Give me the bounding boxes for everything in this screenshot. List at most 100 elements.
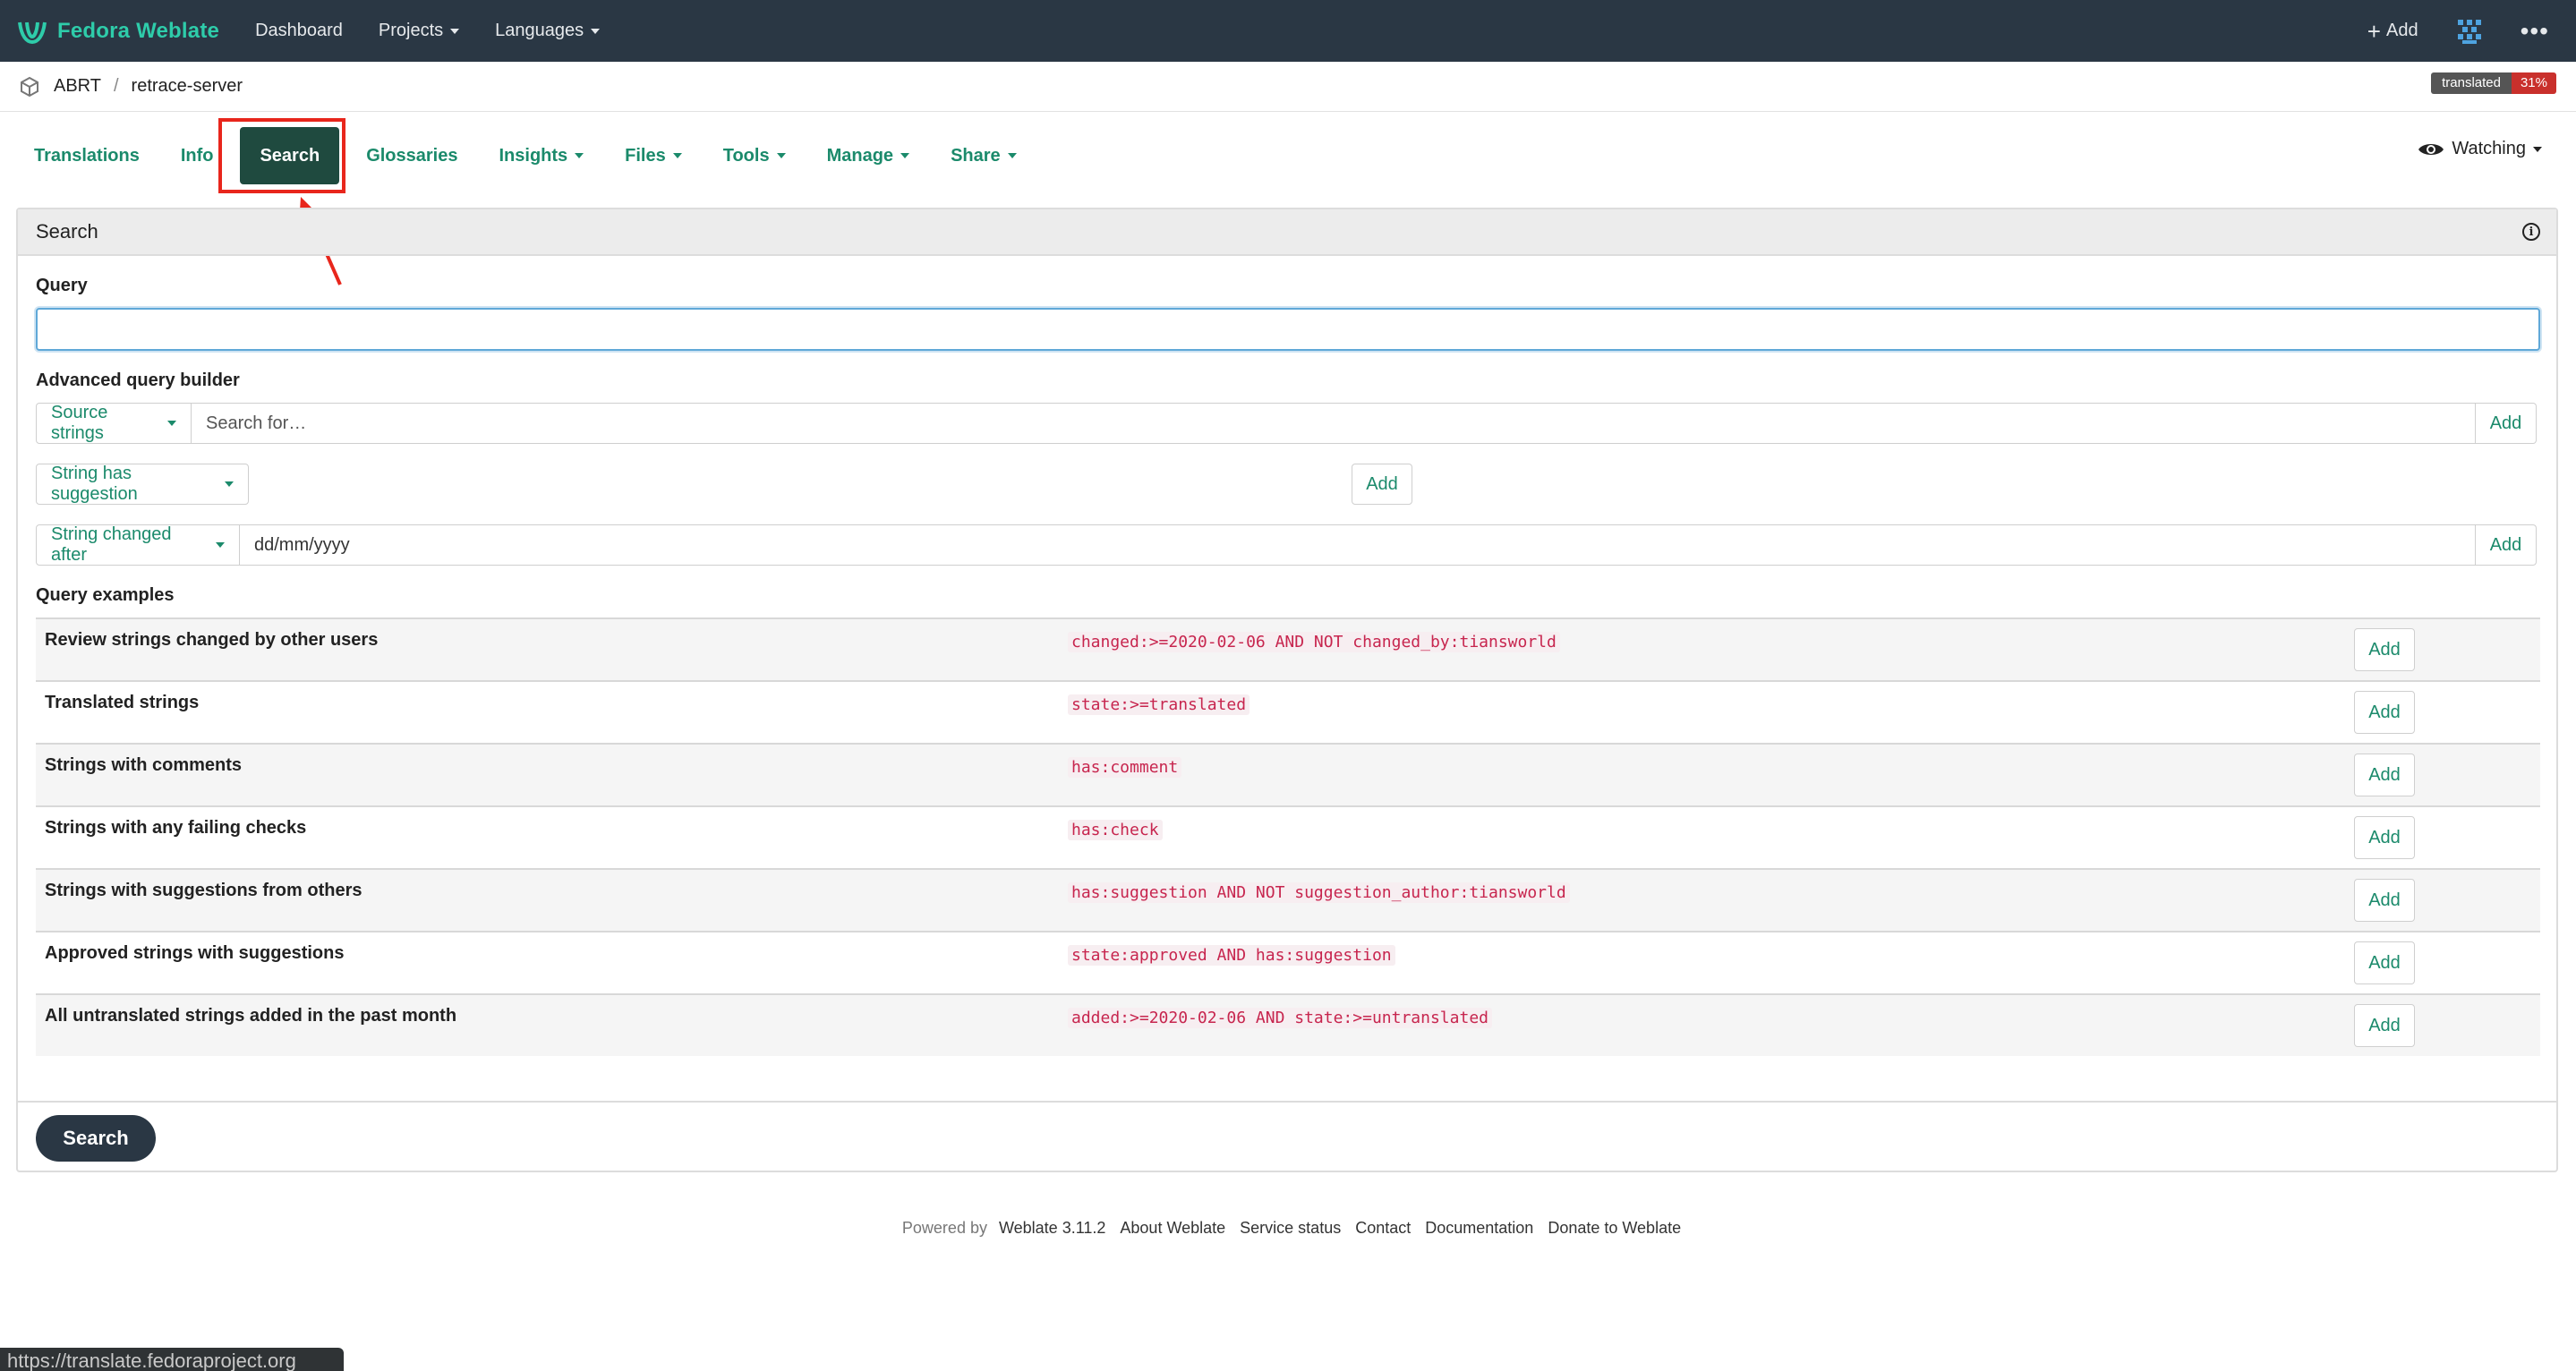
examples-label: Query examples bbox=[36, 585, 175, 605]
add-example-button[interactable]: Add bbox=[2354, 816, 2415, 859]
add-date-query-button[interactable]: Add bbox=[2476, 524, 2537, 566]
breadcrumb: ABRT / retrace-server translated 31% bbox=[0, 62, 2576, 112]
page-footer: Powered by Weblate 3.11.2 About Weblate … bbox=[0, 1219, 2576, 1238]
tab-glossaries[interactable]: Glossaries bbox=[352, 127, 472, 184]
more-options-icon[interactable]: ••• bbox=[2521, 18, 2549, 44]
weblate-logo-icon bbox=[18, 21, 47, 44]
tab-insights[interactable]: Insights bbox=[484, 127, 598, 184]
powered-by-text: Powered by bbox=[901, 1219, 987, 1237]
string-has-suggestion-dropdown[interactable]: String has suggestion bbox=[36, 464, 249, 505]
builder-row-changed: String changed after dd/mm/yyyy Add bbox=[36, 524, 2537, 566]
string-changed-after-label: String changed after bbox=[51, 524, 172, 565]
table-row: Strings with suggestions from others has… bbox=[36, 868, 2540, 931]
watching-label: Watching bbox=[2452, 139, 2526, 158]
table-row: Review strings changed by other users ch… bbox=[36, 617, 2540, 680]
badge-label: translated bbox=[2431, 72, 2512, 94]
chevron-down-icon bbox=[167, 421, 176, 426]
brand-link[interactable]: Fedora Weblate bbox=[16, 15, 219, 47]
table-row: All untranslated strings added in the pa… bbox=[36, 993, 2540, 1056]
example-title: Approved strings with suggestions bbox=[45, 943, 345, 963]
example-query: state:approved AND has:suggestion bbox=[1068, 945, 1395, 966]
badge-value: 31% bbox=[2511, 72, 2556, 94]
builder-label: Advanced query builder bbox=[36, 370, 240, 390]
nav-languages[interactable]: Languages bbox=[495, 21, 601, 41]
chevron-down-icon bbox=[2533, 146, 2542, 152]
builder-row-suggestion: String has suggestion bbox=[36, 464, 249, 505]
add-example-button[interactable]: Add bbox=[2354, 879, 2415, 922]
add-suggestion-query-button[interactable]: Add bbox=[1352, 464, 1412, 505]
query-examples-table: Review strings changed by other users ch… bbox=[36, 617, 2540, 1056]
source-strings-dropdown[interactable]: Source strings bbox=[36, 403, 192, 444]
breadcrumb-component[interactable]: retrace-server bbox=[132, 76, 243, 97]
add-example-button[interactable]: Add bbox=[2354, 1004, 2415, 1047]
nav-dashboard-label: Dashboard bbox=[255, 21, 343, 40]
example-title: Review strings changed by other users bbox=[45, 630, 379, 650]
chevron-down-icon bbox=[216, 542, 225, 548]
about-weblate-link[interactable]: About Weblate bbox=[1120, 1219, 1225, 1238]
chevron-down-icon bbox=[672, 153, 682, 158]
string-changed-after-dropdown[interactable]: String changed after bbox=[36, 524, 240, 566]
table-row: Translated strings state:>=translated Ad… bbox=[36, 680, 2540, 743]
translated-status-badge: translated 31% bbox=[2431, 72, 2556, 94]
nav-languages-label: Languages bbox=[495, 21, 584, 40]
example-title: Strings with suggestions from others bbox=[45, 881, 363, 900]
example-query: changed:>=2020-02-06 AND NOT changed_by:… bbox=[1068, 632, 1560, 652]
contact-link[interactable]: Contact bbox=[1355, 1219, 1411, 1238]
tab-share-label: Share bbox=[951, 145, 1001, 166]
panel-header: Search i bbox=[18, 209, 2556, 256]
example-query: has:check bbox=[1068, 820, 1163, 840]
breadcrumb-project[interactable]: ABRT bbox=[54, 76, 101, 97]
search-for-input[interactable]: Search for… bbox=[192, 403, 2476, 444]
example-query: has:suggestion AND NOT suggestion_author… bbox=[1068, 882, 1570, 903]
tab-share[interactable]: Share bbox=[936, 127, 1031, 184]
tab-insights-label: Insights bbox=[499, 145, 568, 166]
service-status-link[interactable]: Service status bbox=[1240, 1219, 1341, 1238]
add-example-button[interactable]: Add bbox=[2354, 754, 2415, 796]
tab-glossaries-label: Glossaries bbox=[366, 145, 458, 166]
query-input[interactable] bbox=[36, 308, 2540, 351]
tab-translations-label: Translations bbox=[34, 145, 140, 166]
date-input[interactable]: dd/mm/yyyy bbox=[240, 524, 2476, 566]
nav-projects[interactable]: Projects bbox=[378, 21, 460, 41]
info-icon[interactable]: i bbox=[2522, 223, 2540, 241]
top-navbar: Fedora Weblate Dashboard Projects Langua… bbox=[0, 0, 2576, 62]
donate-link[interactable]: Donate to Weblate bbox=[1548, 1219, 1681, 1238]
table-row: Strings with comments has:comment Add bbox=[36, 743, 2540, 805]
add-example-button[interactable]: Add bbox=[2354, 941, 2415, 984]
tab-info-label: Info bbox=[180, 145, 214, 166]
weblate-version-link[interactable]: Weblate 3.11.2 bbox=[999, 1219, 1105, 1237]
query-label: Query bbox=[36, 276, 88, 295]
add-label: Add bbox=[2385, 21, 2418, 40]
add-example-button[interactable]: Add bbox=[2354, 628, 2415, 671]
nav-dashboard[interactable]: Dashboard bbox=[255, 21, 343, 41]
annotation-highlight-box bbox=[218, 118, 345, 193]
watching-dropdown[interactable]: Watching bbox=[2418, 139, 2542, 159]
tab-manage[interactable]: Manage bbox=[813, 127, 924, 184]
example-query: added:>=2020-02-06 AND state:>=untransla… bbox=[1068, 1008, 1492, 1028]
documentation-link[interactable]: Documentation bbox=[1425, 1219, 1533, 1238]
search-panel: Search i Query Advanced query builder So… bbox=[16, 208, 2558, 1172]
tab-tools[interactable]: Tools bbox=[709, 127, 800, 184]
table-row: Strings with any failing checks has:chec… bbox=[36, 805, 2540, 868]
add-source-query-button[interactable]: Add bbox=[2476, 403, 2537, 444]
tab-tools-label: Tools bbox=[722, 145, 770, 166]
plus-icon: + bbox=[2367, 17, 2381, 45]
example-query: state:>=translated bbox=[1068, 694, 1250, 715]
add-button[interactable]: + Add bbox=[2367, 20, 2418, 43]
example-title: Translated strings bbox=[45, 693, 200, 712]
component-cube-icon bbox=[21, 76, 38, 97]
tab-translations[interactable]: Translations bbox=[20, 127, 154, 184]
chevron-down-icon bbox=[1007, 153, 1017, 158]
example-query: has:comment bbox=[1068, 757, 1182, 778]
example-title: Strings with any failing checks bbox=[45, 818, 307, 838]
tab-files[interactable]: Files bbox=[610, 127, 696, 184]
breadcrumb-separator: / bbox=[113, 76, 119, 96]
nav-projects-label: Projects bbox=[378, 21, 444, 40]
chevron-down-icon bbox=[225, 481, 234, 487]
add-example-button[interactable]: Add bbox=[2354, 691, 2415, 734]
example-title: All untranslated strings added in the pa… bbox=[45, 1006, 457, 1026]
chevron-down-icon bbox=[575, 153, 584, 158]
chevron-down-icon bbox=[591, 28, 601, 34]
search-submit-button[interactable]: Search bbox=[36, 1115, 156, 1162]
user-avatar[interactable] bbox=[2453, 15, 2485, 47]
